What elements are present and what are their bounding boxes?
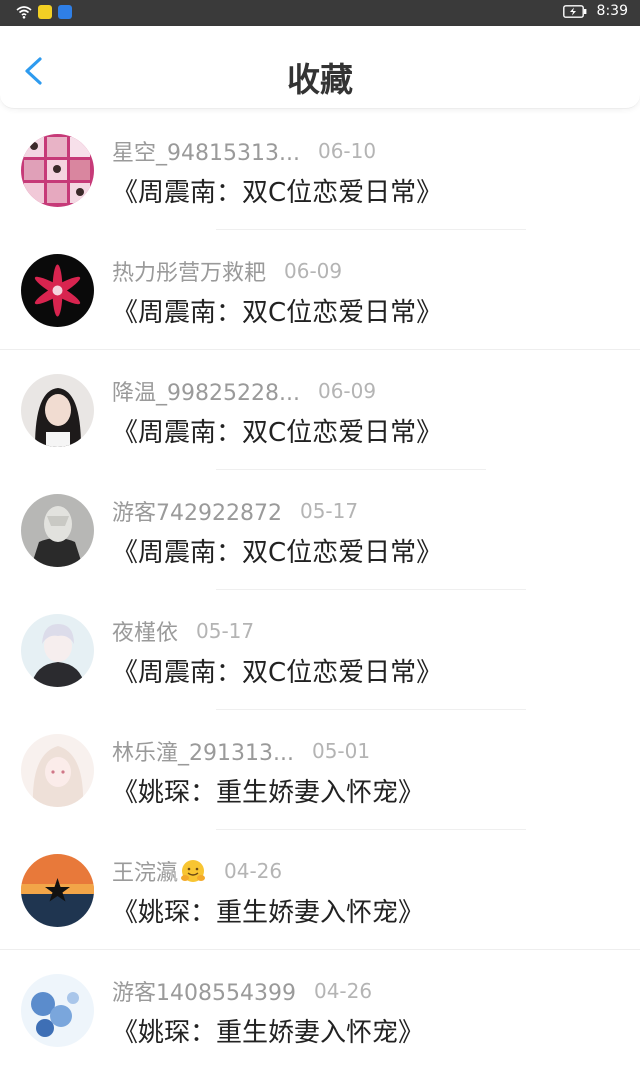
list-item[interactable]: 热力彤营万救耙 06-09 《周震南：双C位恋爱日常》	[0, 230, 640, 350]
book-title[interactable]: 《周震南：双C位恋爱日常》	[112, 172, 442, 209]
app-badge-yellow-icon	[38, 5, 52, 19]
book-title[interactable]: 《姚琛：重生娇妻入怀宠》	[112, 892, 424, 929]
page-title: 收藏	[287, 60, 353, 99]
user-name: 林乐潼_291313...	[112, 741, 294, 766]
avatar[interactable]	[21, 614, 94, 687]
avatar[interactable]	[21, 734, 94, 807]
book-title[interactable]: 《姚琛：重生娇妻入怀宠》	[112, 772, 424, 809]
favorite-date: 06-09	[317, 379, 377, 403]
favorite-date: 04-26	[313, 979, 373, 1003]
book-title[interactable]: 《周震南：双C位恋爱日常》	[112, 292, 442, 329]
user-name: 游客742922872	[112, 501, 282, 526]
book-title[interactable]: 《周震南：双C位恋爱日常》	[112, 412, 442, 449]
avatar[interactable]	[21, 854, 94, 927]
list-item[interactable]: 游客742922872 05-17 《周震南：双C位恋爱日常》	[0, 470, 640, 590]
favorites-list: 星空_94815313... 06-10 《周震南：双C位恋爱日常》 热力彤营万…	[0, 110, 640, 1070]
avatar[interactable]	[21, 374, 94, 447]
user-name: 星空_94815313...	[112, 141, 300, 166]
list-item[interactable]: 林乐潼_291313... 05-01 《姚琛：重生娇妻入怀宠》	[0, 710, 640, 830]
favorite-date: 05-17	[299, 499, 359, 523]
favorite-date: 04-26	[224, 859, 283, 883]
book-title[interactable]: 《周震南：双C位恋爱日常》	[112, 532, 442, 569]
book-title[interactable]: 《姚琛：重生娇妻入怀宠》	[112, 1012, 424, 1049]
list-item[interactable]: 降温_99825228... 06-09 《周震南：双C位恋爱日常》	[0, 350, 640, 470]
status-time: 8:39	[596, 3, 628, 19]
list-item[interactable]: 星空_94815313... 06-10 《周震南：双C位恋爱日常》	[0, 110, 640, 230]
list-item[interactable]: 游客1408554399 04-26 《姚琛：重生娇妻入怀宠》	[0, 950, 640, 1070]
list-item[interactable]: 王浣瀛 04-26 《姚琛：重生娇妻入怀宠》	[0, 830, 640, 950]
favorite-date: 06-10	[317, 139, 377, 163]
avatar[interactable]	[21, 254, 94, 327]
user-name: 热力彤营万救耙	[112, 261, 267, 286]
status-bar: 8:39	[0, 0, 640, 26]
book-title[interactable]: 《周震南：双C位恋爱日常》	[112, 652, 442, 689]
favorite-date: 05-01	[311, 739, 371, 763]
avatar[interactable]	[21, 134, 94, 207]
user-name: 夜槿依	[112, 621, 179, 646]
favorite-date: 05-17	[196, 619, 255, 643]
favorite-date: 06-09	[284, 259, 343, 283]
user-name: 游客1408554399	[112, 981, 296, 1006]
wifi-icon	[16, 6, 32, 19]
user-name: 降温_99825228...	[112, 381, 300, 406]
avatar[interactable]	[21, 974, 94, 1047]
avatar[interactable]	[21, 494, 94, 567]
hugging-face-emoji	[181, 860, 206, 882]
battery-charging-icon	[562, 4, 586, 18]
page-header: 收藏	[0, 26, 640, 109]
app-badge-blue-icon	[58, 5, 72, 19]
list-item[interactable]: 夜槿依 05-17 《周震南：双C位恋爱日常》	[0, 590, 640, 710]
user-name: 王浣瀛	[112, 861, 179, 886]
